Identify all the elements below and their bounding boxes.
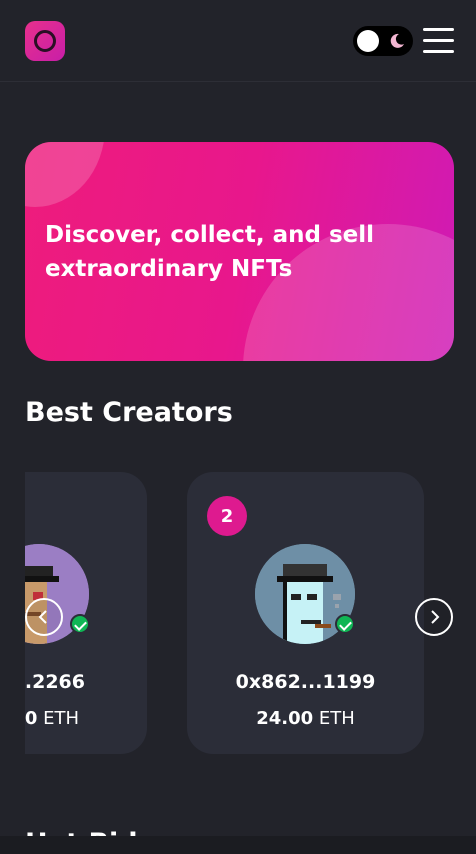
- chevron-right-icon: [431, 610, 440, 624]
- creator-balance: 24.00 ETH: [187, 708, 424, 729]
- carousel-prev-button[interactable]: [25, 598, 63, 636]
- creators-carousel: ...2266 0 ETH 2 0x862...1199: [25, 472, 476, 756]
- hero-banner: Discover, collect, and sell extraordinar…: [25, 142, 454, 361]
- creator-address: ...2266: [25, 671, 85, 693]
- hero-title: Discover, collect, and sell extraordinar…: [45, 222, 374, 282]
- rank-badge: 2: [207, 496, 247, 536]
- creator-balance: 0 ETH: [25, 708, 147, 729]
- balance-unit: ETH: [318, 708, 355, 729]
- decorative-circle: [25, 142, 105, 207]
- toggle-knob: [357, 30, 379, 52]
- hamburger-menu-icon[interactable]: [423, 28, 454, 54]
- carousel-next-button[interactable]: [415, 598, 453, 636]
- verified-badge-icon: [70, 614, 90, 634]
- moon-icon: [390, 33, 404, 48]
- verified-badge-icon: [335, 614, 355, 634]
- best-creators-title: Best Creators: [25, 397, 233, 428]
- balance-value: 24.00: [256, 708, 314, 729]
- balance-value: 0: [25, 708, 38, 729]
- chevron-left-icon: [38, 610, 47, 624]
- creator-address: 0x862...1199: [235, 671, 376, 693]
- logo-icon[interactable]: [25, 21, 65, 61]
- bottom-bar: [0, 836, 476, 854]
- theme-toggle[interactable]: [353, 26, 413, 56]
- balance-unit: ETH: [43, 708, 79, 729]
- creator-card[interactable]: 2 0x862...1199 24.00 ETH: [187, 472, 424, 754]
- site-header: [0, 0, 476, 82]
